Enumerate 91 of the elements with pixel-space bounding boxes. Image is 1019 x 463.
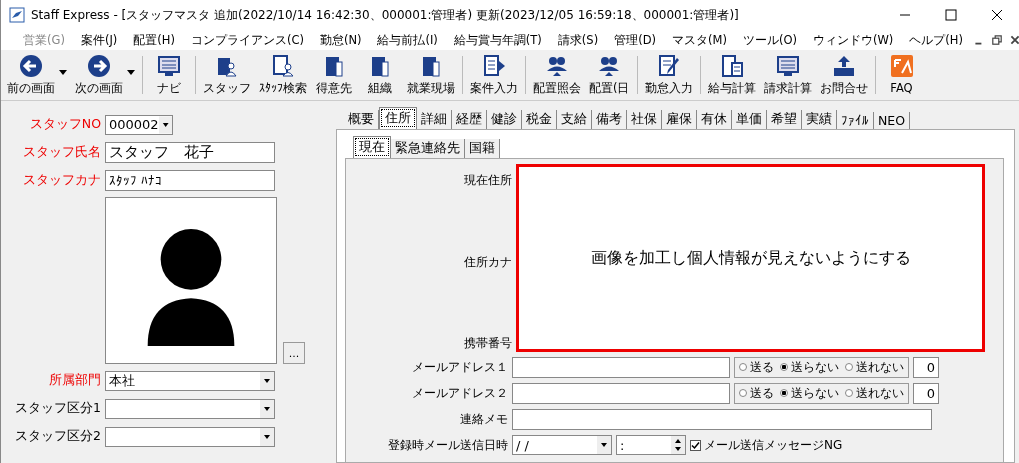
radio-button[interactable]: 送れない [845,358,904,376]
calculator-icon [719,54,744,78]
toolbar-button[interactable]: 給与計算 [703,50,760,96]
input-field[interactable]: ｽﾀｯﾌ ﾊﾅｺ [105,170,275,191]
menu-item[interactable]: ツール(O) [734,32,805,48]
radio-button[interactable]: 送らない [780,358,839,376]
monitor-icon [775,54,800,78]
maximize-icon[interactable] [945,9,957,21]
app-icon [9,7,25,23]
field-label: 現在住所 [463,172,512,189]
menu-item[interactable]: 案件(J) [72,32,126,48]
window-title: Staff Express - [スタッフマスタ 追加(2022/10/14 16:42:30、000001:管理者) 更新(2023/12/05 16:59:18、000001:管理者)] [31,6,740,24]
menu-item[interactable]: 管理(D) [606,32,664,48]
count-field[interactable]: 0 [913,382,939,404]
field-label: 所属部門 [48,372,101,389]
email-field[interactable] [512,356,730,378]
menu-item[interactable]: 給与賞与年調(T) [445,32,550,48]
radio-button[interactable]: 送る [739,358,774,376]
toolbar-button[interactable]: 配置照会 [529,50,585,96]
toolbar-button[interactable]: 組織 [357,50,403,96]
menu-item[interactable]: コンプライアンス(C) [182,32,312,48]
count-field[interactable]: 0 [913,356,939,378]
field-label: 住所カナ [463,253,512,271]
toolbar-button[interactable]: ナビ [146,50,192,96]
toolbar-button[interactable]: スタッフ [199,50,255,96]
radio-button[interactable]: 送れない [845,384,904,402]
menu-item[interactable]: マスタ(M) [664,32,735,48]
field-label: 連絡メモ [459,410,508,428]
field-label: スタッフ氏名 [22,144,101,161]
faq-icon [889,54,914,78]
field-label: スタッフNO [28,116,101,133]
dropdown-field[interactable]: 本社 [105,370,275,391]
toolbar-button[interactable]: 就業現場 [403,50,459,96]
field-label: スタッフ区分2 [14,428,101,445]
person-document-icon [271,54,295,78]
field-label: 携帯番号 [463,335,512,352]
email-field[interactable] [512,382,730,404]
radio-button[interactable]: 送る [739,384,774,402]
close-icon[interactable] [991,9,1003,21]
caret-icon[interactable] [158,115,172,134]
radio-button[interactable]: 送らない [780,384,839,402]
staff-number-dropdown[interactable]: 000002 [105,114,173,135]
monitor-icon [157,54,181,78]
toolbar-button[interactable]: FAQ [878,50,925,95]
tab[interactable]: 住所 [379,107,417,129]
checkbox-label: メール送信メッセージNG [704,436,843,454]
toolbar-button[interactable]: お問合せ [815,50,872,96]
caret-icon[interactable] [597,436,611,454]
field-label: メールアドレス２ [411,384,508,402]
menu-item[interactable]: 請求(S) [549,32,607,48]
dropdown-field[interactable] [105,426,275,447]
field-label: 登録時メール送信日時 [387,436,508,454]
toolbar-button[interactable]: 次の画面 [71,50,127,96]
spinner-arrows-icon[interactable] [671,436,685,454]
menu-item[interactable]: 給与前払(I) [369,32,446,48]
toolbar-button[interactable]: 得意先 [311,50,357,96]
toolbar-button[interactable]: 勤怠入力 [640,50,697,96]
toolbar-button[interactable]: 配置(日 [585,50,634,96]
close-icon[interactable] [1008,34,1019,46]
dropdown-field[interactable] [105,398,275,419]
menu-item[interactable]: ヘルプ(H) [901,32,971,48]
memo-field[interactable] [512,408,932,430]
caret-icon[interactable] [260,427,274,446]
input-field[interactable]: スタッフ 花子 [105,142,275,163]
toolbar-button[interactable]: 案件入力 [466,50,522,96]
tab[interactable]: 現在 [353,136,391,158]
caret-icon[interactable] [59,70,67,75]
caret-icon[interactable] [127,70,135,75]
browse-button[interactable]: ... [283,342,305,364]
redaction-note: 画像を加工し個人情報が見えないようにする [590,247,911,269]
restore-icon[interactable] [990,34,1003,46]
field-label: メールアドレス１ [411,358,508,376]
toolbar-button[interactable]: 前の画面 [3,50,59,96]
people-icon [545,54,569,78]
tab[interactable]: 国籍 [465,139,500,158]
document-pen-icon [656,54,681,78]
menu-item[interactable]: 勤怠(N) [311,32,370,48]
field-label: スタッフ区分1 [14,400,101,417]
caret-icon[interactable] [260,399,274,418]
field-label: スタッフカナ [22,172,101,189]
document-arrow-icon [482,54,506,78]
tab[interactable]: 緊急連絡先 [391,139,465,158]
upload-tray-icon [831,54,856,78]
menu-item[interactable]: ウィンドウ(W) [804,32,902,48]
checkbox[interactable] [690,439,701,451]
time-spinner[interactable]: : [616,435,686,455]
caret-icon[interactable] [260,371,274,390]
date-dropdown[interactable]: / / [512,435,612,455]
toolbar-button[interactable]: ｽﾀｯﾌ検索 [255,50,311,96]
menu-item[interactable]: 配置(H) [125,32,183,48]
toolbar-button[interactable]: 請求計算 [759,50,816,96]
